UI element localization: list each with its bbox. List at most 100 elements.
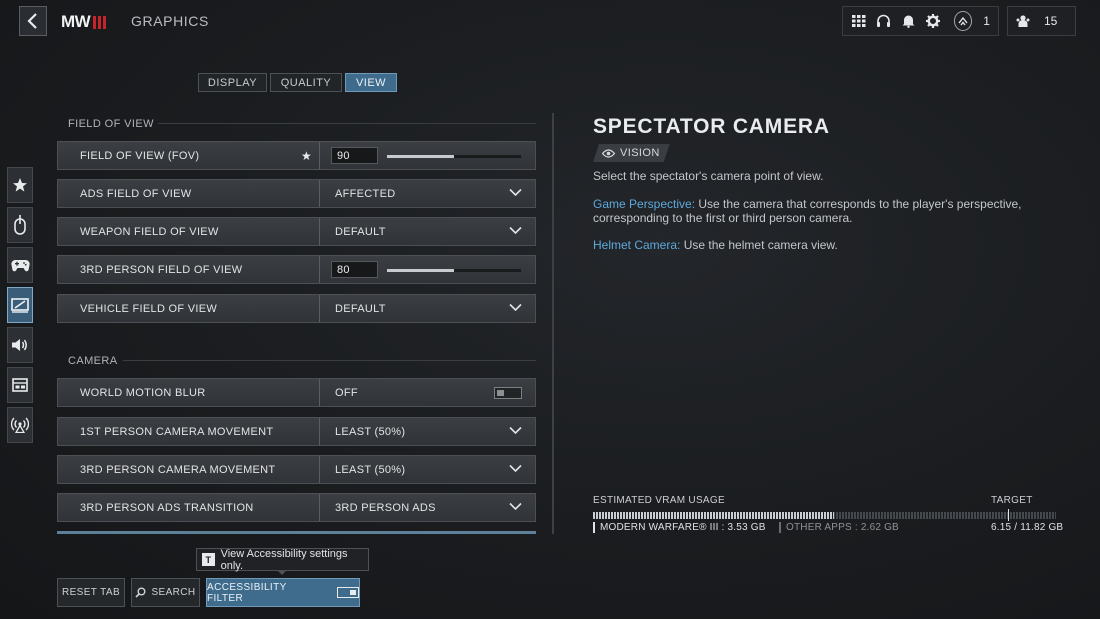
category-rail: [7, 167, 33, 443]
rail-controller[interactable]: [7, 247, 33, 283]
accessibility-filter-label: ACCESSIBILITY FILTER: [207, 581, 287, 604]
mouse-icon: [14, 215, 26, 235]
accessibility-filter-button[interactable]: ACCESSIBILITY FILTER: [206, 578, 360, 607]
section-title-camera: CAMERA: [68, 355, 118, 367]
vram-target-marker: [1008, 509, 1009, 521]
detail-description: Select the spectator's camera point of v…: [593, 169, 824, 183]
selected-row-edge[interactable]: [57, 531, 536, 534]
setting-label: 3RD PERSON FIELD OF VIEW: [80, 263, 243, 276]
setting-value: AFFECTED: [335, 187, 396, 200]
panel-divider: [552, 113, 554, 534]
grid-icon[interactable]: [851, 13, 867, 30]
setting-label: VEHICLE FIELD OF VIEW: [80, 302, 218, 315]
rail-interface[interactable]: [7, 367, 33, 403]
key-hint: T: [202, 553, 215, 566]
eye-icon: [602, 149, 615, 158]
accessibility-tooltip: T View Accessibility settings only.: [196, 547, 369, 572]
setting-label: WEAPON FIELD OF VIEW: [80, 225, 219, 238]
setting-row-3rd-person-ads-transition[interactable]: 3RD PERSON ADS TRANSITION 3RD PERSON ADS: [57, 493, 536, 522]
speaker-icon: [12, 339, 27, 351]
setting-value: DEFAULT: [335, 302, 386, 315]
chevron-down-icon: [509, 464, 522, 473]
rail-mouse-keyboard[interactable]: [7, 207, 33, 243]
friends-icon: [1016, 15, 1030, 27]
detail-option-helmet-camera: Helmet Camera: Use the helmet camera vie…: [593, 238, 1033, 252]
fov-value-input[interactable]: 90: [331, 147, 378, 164]
rank-level: 1: [983, 14, 990, 28]
logo-bars: [93, 15, 107, 29]
network-icon: [11, 417, 29, 433]
reset-tab-button[interactable]: RESET TAB: [57, 578, 125, 607]
setting-row-weapon-fov[interactable]: WEAPON FIELD OF VIEW DEFAULT: [57, 217, 536, 246]
rail-favorites[interactable]: [7, 167, 33, 203]
setting-row-vehicle-fov[interactable]: VEHICLE FIELD OF VIEW DEFAULT: [57, 294, 536, 323]
chevron-down-icon: [509, 188, 522, 197]
graphics-icon: [11, 298, 29, 313]
setting-row-ads-fov[interactable]: ADS FIELD OF VIEW AFFECTED: [57, 179, 536, 208]
tab-quality[interactable]: QUALITY: [270, 73, 342, 92]
setting-value: LEAST (50%): [335, 425, 406, 438]
option-name: Game Perspective:: [593, 197, 696, 211]
tab-bar: DISPLAY QUALITY VIEW: [198, 73, 397, 92]
friends-count: 15: [1044, 14, 1058, 28]
controller-icon: [10, 259, 30, 271]
tab-display[interactable]: DISPLAY: [198, 73, 267, 92]
rail-network[interactable]: [7, 407, 33, 443]
setting-value: OFF: [335, 386, 358, 399]
section-divider: [158, 123, 536, 124]
setting-value: LEAST (50%): [335, 463, 406, 476]
3rd-person-fov-slider[interactable]: [387, 269, 521, 272]
favorite-star-icon[interactable]: ★: [301, 149, 312, 163]
accessibility-filter-toggle[interactable]: [337, 587, 359, 598]
game-logo: MW: [61, 12, 107, 32]
setting-row-3rd-person-fov[interactable]: 3RD PERSON FIELD OF VIEW 80: [57, 255, 536, 284]
detail-title: SPECTATOR CAMERA: [593, 115, 830, 138]
setting-value: DEFAULT: [335, 225, 386, 238]
category-tag-label: VISION: [620, 147, 660, 159]
logo-text: MW: [61, 12, 91, 31]
reset-tab-label: RESET TAB: [61, 587, 121, 598]
setting-label: 3RD PERSON ADS TRANSITION: [80, 501, 254, 514]
fov-slider[interactable]: [387, 155, 521, 158]
setting-row-3rd-person-camera-movement[interactable]: 3RD PERSON CAMERA MOVEMENT LEAST (50%): [57, 455, 536, 484]
star-icon: [13, 178, 27, 192]
rank-icon[interactable]: [953, 11, 973, 31]
vram-target-label: TARGET: [991, 495, 1033, 506]
tooltip-text: View Accessibility settings only.: [220, 547, 348, 572]
header-icon-bar: 1: [842, 6, 999, 36]
setting-row-1st-person-camera-movement[interactable]: 1ST PERSON CAMERA MOVEMENT LEAST (50%): [57, 417, 536, 446]
page-title: GRAPHICS: [131, 13, 209, 29]
search-icon: [135, 587, 146, 598]
rail-graphics[interactable]: [7, 287, 33, 323]
vram-usage-bar: [593, 512, 1056, 519]
chevron-down-icon: [509, 303, 522, 312]
search-button[interactable]: SEARCH: [131, 578, 200, 607]
setting-row-world-motion-blur[interactable]: WORLD MOTION BLUR OFF: [57, 378, 536, 407]
3rd-person-fov-value-input[interactable]: 80: [331, 261, 378, 278]
setting-row-fov[interactable]: FIELD OF VIEW (FOV) ★ 90: [57, 141, 536, 170]
tab-view[interactable]: VIEW: [345, 73, 397, 92]
setting-label: ADS FIELD OF VIEW: [80, 187, 192, 200]
vram-other-usage: OTHER APPS : 2.62 GB: [779, 522, 899, 533]
tooltip-arrow: [277, 570, 287, 575]
gear-icon[interactable]: [925, 13, 941, 30]
headset-icon[interactable]: [876, 13, 892, 30]
vram-total: 6.15 / 11.82 GB: [991, 522, 1064, 533]
bell-icon[interactable]: [900, 13, 916, 30]
setting-label: FIELD OF VIEW (FOV): [80, 149, 200, 162]
detail-option-game-perspective: Game Perspective: Use the camera that co…: [593, 197, 1033, 225]
friends-button[interactable]: 15: [1007, 6, 1076, 36]
category-tag: VISION: [593, 144, 670, 162]
chevron-left-icon: [27, 13, 37, 29]
setting-label: 3RD PERSON CAMERA MOVEMENT: [80, 463, 276, 476]
vram-title: ESTIMATED VRAM USAGE: [593, 495, 725, 506]
vram-used-fill: [593, 512, 834, 519]
option-text: Use the helmet camera view.: [680, 238, 838, 252]
motion-blur-toggle[interactable]: [494, 387, 522, 399]
back-button[interactable]: [19, 6, 47, 36]
setting-label: WORLD MOTION BLUR: [80, 386, 206, 399]
chevron-down-icon: [509, 426, 522, 435]
rail-audio[interactable]: [7, 327, 33, 363]
search-label: SEARCH: [151, 587, 196, 598]
section-divider: [123, 360, 536, 361]
